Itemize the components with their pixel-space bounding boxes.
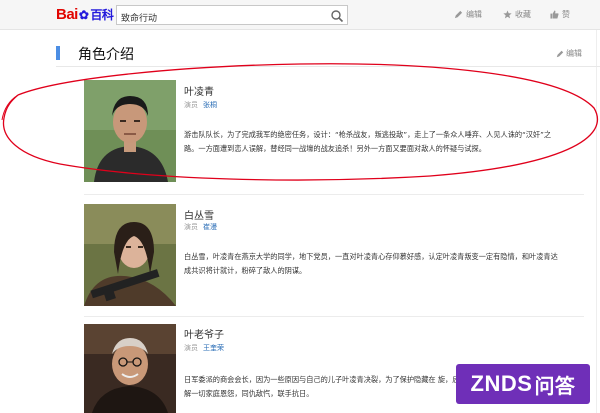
star-icon [503, 10, 512, 19]
favorite-button[interactable]: 收藏 [503, 9, 531, 20]
character-name: 白丛雪 [184, 211, 214, 222]
search-input[interactable] [117, 8, 317, 27]
edit-button[interactable]: 编辑 [454, 9, 482, 20]
search-icon[interactable] [330, 8, 344, 23]
character-name: 叶凌青 [184, 87, 214, 98]
watermark-text-qa: 问答 [534, 375, 576, 398]
character-description: 游击队队长，为了完成我军的绝密任务，设计：“枪杀战友，叛逃投敌”，走上了一条众人… [184, 130, 552, 153]
znds-watermark: ZNDS 问答 [456, 364, 590, 404]
character-divider [84, 316, 584, 317]
logo-text-bai: Bai [56, 6, 78, 23]
section-title: 角色介绍 [78, 47, 134, 63]
character-name: 叶老爷子 [184, 330, 224, 341]
favorite-label: 收藏 [515, 10, 531, 19]
actor-label: 演员 [184, 344, 198, 352]
character-description: 白丛雪，叶凌青在燕京大学的同学，地下党员，一直对叶凌青心存仰慕好感，认定叶凌青叛… [184, 252, 558, 275]
baidu-baike-logo[interactable]: Bai✿ 百科 [56, 6, 114, 23]
actor-label: 演员 [184, 101, 198, 109]
section-accent-bar [56, 46, 60, 60]
like-button[interactable]: 赞 [550, 9, 570, 20]
character-photo[interactable] [84, 204, 176, 306]
section-edit-label: 编辑 [566, 49, 582, 58]
character-photo[interactable] [84, 80, 176, 182]
search-box [116, 5, 348, 27]
section-edit-button[interactable]: 编辑 [556, 48, 582, 59]
actor-link[interactable]: 崔漫 [203, 223, 217, 231]
page-right-rule [596, 30, 597, 413]
character-actor-row: 演员 张桐 [184, 100, 217, 110]
actor-link[interactable]: 张桐 [203, 101, 217, 109]
like-label: 赞 [562, 10, 570, 19]
actor-label: 演员 [184, 223, 198, 231]
character-divider [84, 194, 584, 195]
character-photo[interactable] [84, 324, 176, 413]
actor-link[interactable]: 王奎荣 [203, 344, 224, 352]
character-actor-row: 演员 崔漫 [184, 222, 217, 232]
thumbs-up-icon [550, 10, 559, 19]
section-divider [56, 66, 600, 67]
pencil-icon [556, 50, 564, 57]
pencil-icon [454, 10, 463, 19]
logo-text-baike: 百科 [90, 8, 114, 22]
baidu-paw-icon: ✿ [78, 8, 89, 22]
character-actor-row: 演员 王奎荣 [184, 343, 224, 353]
top-bar: Bai✿百科 编辑 收藏 赞 [0, 0, 600, 30]
watermark-text-znds: ZNDS [470, 371, 533, 396]
edit-label: 编辑 [466, 10, 482, 19]
